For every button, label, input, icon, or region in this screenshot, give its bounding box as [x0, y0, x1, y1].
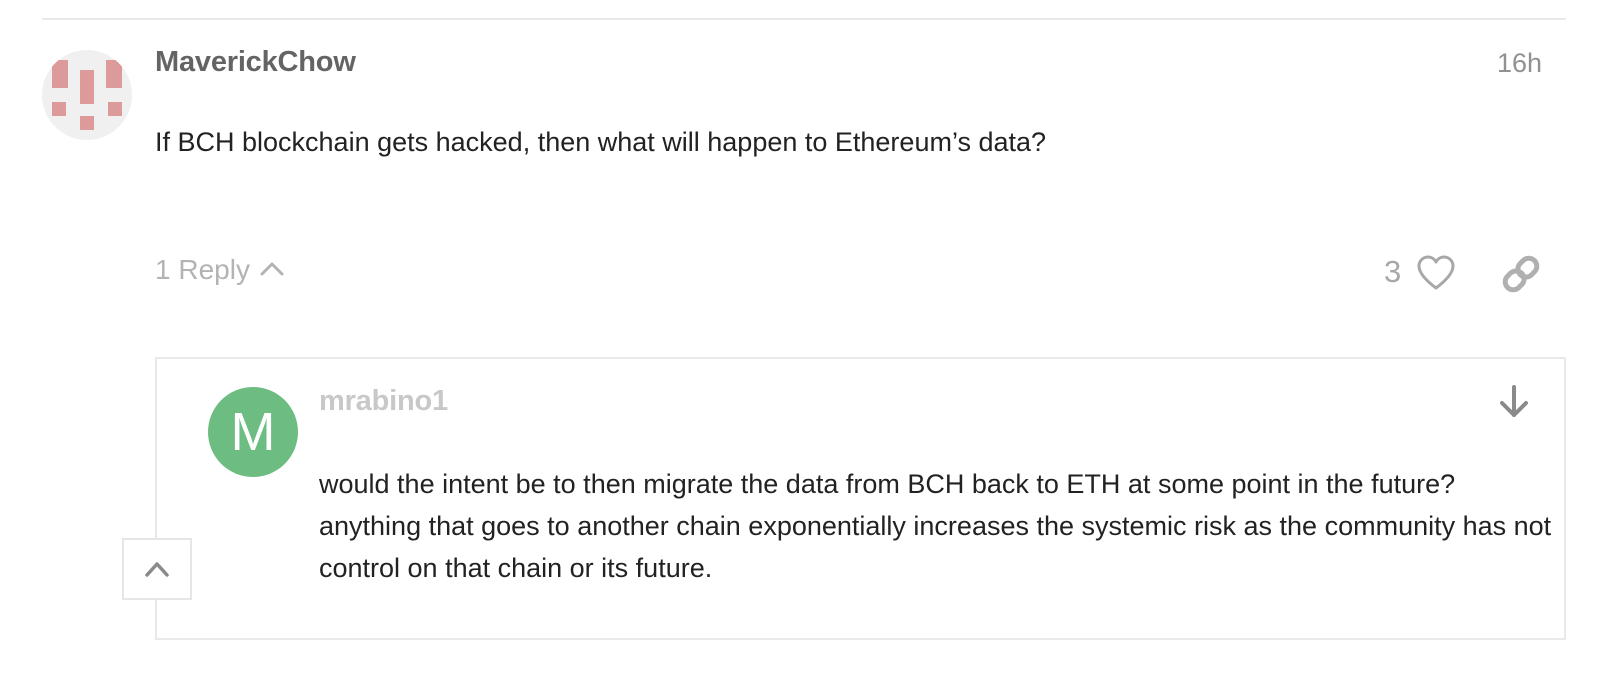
post-timestamp[interactable]: 16h: [1497, 48, 1542, 79]
replies-toggle-button[interactable]: 1 Reply: [155, 254, 284, 286]
reply-author[interactable]: mrabino1: [319, 385, 448, 418]
collapse-replies-button[interactable]: [122, 538, 192, 600]
link-icon: [1502, 255, 1540, 293]
arrow-down-icon: [1500, 385, 1528, 417]
reply-avatar[interactable]: M: [208, 387, 298, 477]
chevron-up-icon: [260, 262, 284, 276]
reply-body: would the intent be to then migrate the …: [319, 469, 1552, 583]
chevron-up-icon: [145, 562, 169, 577]
share-link-button[interactable]: [1501, 254, 1541, 294]
like-count[interactable]: 3: [1384, 254, 1401, 290]
post-author[interactable]: MaverickChow: [155, 46, 356, 79]
replies-count-label: 1 Reply: [155, 254, 250, 285]
post-body: If BCH blockchain gets hacked, then what…: [155, 127, 1047, 157]
post-divider: [42, 18, 1566, 20]
heart-icon: [1417, 255, 1455, 290]
jump-to-reply-button[interactable]: [1497, 384, 1531, 420]
avatar[interactable]: [42, 50, 132, 140]
like-button[interactable]: [1416, 254, 1456, 294]
